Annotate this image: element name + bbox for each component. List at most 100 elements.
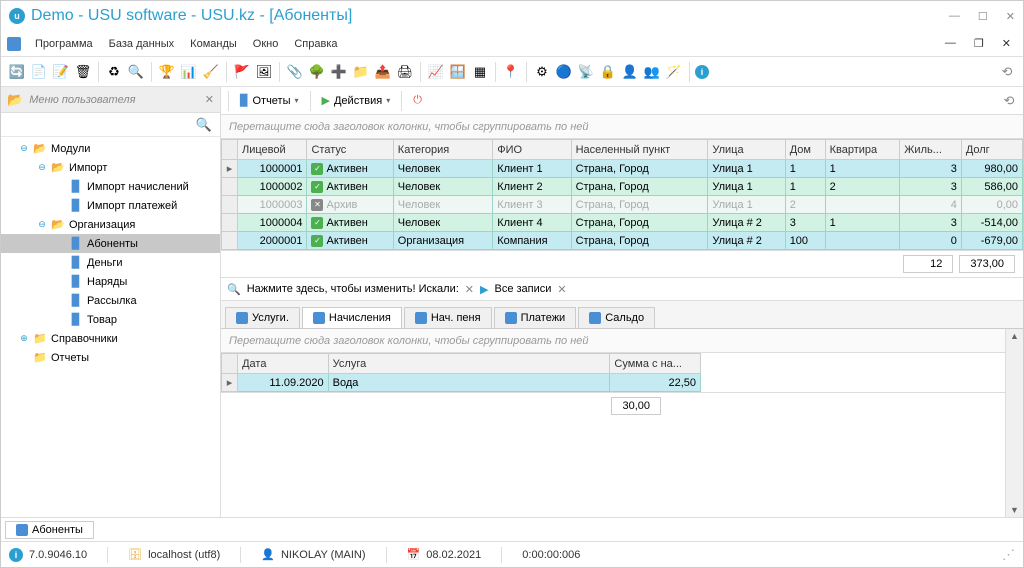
help-icon[interactable]: ⟲ — [997, 62, 1017, 82]
grid-col-8[interactable]: Жиль... — [900, 140, 962, 160]
subtab-1[interactable]: Начисления — [302, 307, 402, 328]
mdi-minimize-icon[interactable]: — — [939, 35, 962, 52]
reports-button[interactable]: ▉Отчеты▾ — [234, 92, 305, 109]
grid-col-7[interactable]: Квартира — [825, 140, 900, 160]
grid-col-2[interactable]: Категория — [393, 140, 492, 160]
detail-col-service[interactable]: Услуга — [328, 354, 610, 374]
subtab-0[interactable]: Услуги. — [225, 307, 300, 328]
sidebar: 📂 Меню пользователя ✕ 🔍 ⊖📂Модули ⊖📂Импор… — [1, 87, 221, 517]
grid-col-1[interactable]: Статус — [307, 140, 393, 160]
search-bar[interactable]: 🔍 Нажмите здесь, чтобы изменить! Искали:… — [221, 277, 1023, 301]
menu-help[interactable]: Справка — [288, 36, 343, 52]
tree-refs[interactable]: ⊕📁Справочники — [1, 329, 220, 348]
grid-col-9[interactable]: Долг — [961, 140, 1022, 160]
users-icon[interactable]: 👥 — [642, 62, 662, 82]
search-icon[interactable]: 🔍 — [196, 117, 212, 133]
search-clear-icon[interactable]: ✕ — [465, 283, 474, 296]
delete-icon[interactable]: 🗑 — [73, 62, 93, 82]
info-icon[interactable]: i — [9, 548, 23, 562]
maximize-icon[interactable]: ☐ — [978, 10, 988, 23]
detail-group-hint[interactable]: Перетащите сюда заголовок колонки, чтобы… — [221, 329, 1005, 353]
menu-commands[interactable]: Команды — [184, 36, 243, 52]
image-icon[interactable]: 🖼 — [254, 62, 274, 82]
minimize-icon[interactable]: — — [949, 10, 960, 23]
grid-col-4[interactable]: Населенный пункт — [571, 140, 708, 160]
table-row[interactable]: 2000001✓АктивенОрганизацияКомпанияСтрана… — [222, 232, 1023, 250]
detail-scrollbar[interactable]: ▲ ▼ — [1005, 329, 1023, 517]
filter-label[interactable]: Все записи — [494, 283, 551, 295]
flag-icon[interactable]: 🚩 — [232, 62, 252, 82]
tree-reports[interactable]: 📁Отчеты — [1, 348, 220, 367]
tree-icon[interactable]: 🌳 — [307, 62, 327, 82]
export-icon[interactable]: 📤 — [373, 62, 393, 82]
attach-icon[interactable]: 📎 — [285, 62, 305, 82]
print-icon[interactable]: 🖨 — [395, 62, 415, 82]
tree-import-charges[interactable]: ▉Импорт начислений — [1, 177, 220, 196]
doc-icon[interactable]: 📄 — [29, 62, 49, 82]
tree-mailing[interactable]: ▉Рассылка — [1, 291, 220, 310]
user-icon[interactable]: 👤 — [620, 62, 640, 82]
close-icon[interactable]: ✕ — [1006, 10, 1015, 23]
scroll-up-icon[interactable]: ▲ — [1010, 331, 1019, 341]
detail-col-sum[interactable]: Сумма с на... — [610, 354, 701, 374]
rss-icon[interactable]: 📡 — [576, 62, 596, 82]
table-row[interactable]: 1000003✕АрхивЧеловекКлиент 3Страна, Горо… — [222, 196, 1023, 214]
filter-clear-icon[interactable]: ✕ — [557, 283, 566, 296]
filter-icon[interactable]: 🏆 — [157, 62, 177, 82]
mdi-close-icon[interactable]: ✕ — [996, 35, 1017, 52]
detail-col-date[interactable]: Дата — [238, 354, 329, 374]
window-icon[interactable]: 🪟 — [448, 62, 468, 82]
wand-icon[interactable]: 🪄 — [664, 62, 684, 82]
sidebar-close-icon[interactable]: ✕ — [205, 93, 214, 106]
grid-col-3[interactable]: ФИО — [493, 140, 571, 160]
scroll-down-icon[interactable]: ▼ — [1010, 505, 1019, 515]
tree-organization[interactable]: ⊖📂Организация — [1, 215, 220, 234]
sort-icon[interactable]: 📊 — [179, 62, 199, 82]
tree-goods[interactable]: ▉Товар — [1, 310, 220, 329]
info-icon[interactable]: i — [695, 65, 709, 79]
subtab-2[interactable]: Нач. пеня — [404, 307, 492, 328]
grid-col-0[interactable]: Лицевой — [238, 140, 307, 160]
tree-orders[interactable]: ▉Наряды — [1, 272, 220, 291]
gear-icon[interactable]: ⚙ — [532, 62, 552, 82]
menu-window[interactable]: Окно — [247, 36, 285, 52]
add-icon[interactable]: ➕ — [329, 62, 349, 82]
edit-icon[interactable]: 📝 — [51, 62, 71, 82]
power-button[interactable]: ⏻ — [407, 92, 428, 109]
grid-icon[interactable]: ▦ — [470, 62, 490, 82]
bottom-tab-subscribers[interactable]: Абоненты — [5, 521, 94, 539]
color-icon[interactable]: 🔵 — [554, 62, 574, 82]
lock-icon[interactable]: 🔒 — [598, 62, 618, 82]
search-icon[interactable]: 🔍 — [126, 62, 146, 82]
tree-modules[interactable]: ⊖📂Модули — [1, 139, 220, 158]
subtab-3[interactable]: Платежи — [494, 307, 577, 328]
chart-icon[interactable]: 📈 — [426, 62, 446, 82]
table-row[interactable]: 1000002✓АктивенЧеловекКлиент 2Страна, Го… — [222, 178, 1023, 196]
table-row[interactable]: ▸1000001✓АктивенЧеловекКлиент 1Страна, Г… — [222, 160, 1023, 178]
detail-row[interactable]: ▸ 11.09.2020 Вода 22,50 — [222, 374, 701, 392]
refresh-icon[interactable]: 🔄 — [7, 62, 27, 82]
pin-icon[interactable]: 📍 — [501, 62, 521, 82]
tree-import[interactable]: ⊖📂Импорт — [1, 158, 220, 177]
collapse-icon[interactable]: ⟲ — [999, 91, 1019, 111]
clear-icon[interactable]: 🧹 — [201, 62, 221, 82]
table-row[interactable]: 1000004✓АктивенЧеловекКлиент 4Страна, Го… — [222, 214, 1023, 232]
folder-icon[interactable]: 📁 — [351, 62, 371, 82]
detail-grid[interactable]: Дата Услуга Сумма с на... ▸ 11.09.2020 В… — [221, 353, 1005, 392]
menu-program[interactable]: Программа — [29, 36, 99, 52]
resize-grip-icon[interactable]: ⋰ — [1002, 547, 1015, 563]
tree-money[interactable]: ▉Деньги — [1, 253, 220, 272]
grid-col-6[interactable]: Дом — [785, 140, 825, 160]
window-title: Demo - USU software - USU.kz - [Абоненты… — [31, 7, 352, 25]
main-grid[interactable]: ЛицевойСтатусКатегорияФИОНаселенный пунк… — [221, 139, 1023, 250]
grid-col-5[interactable]: Улица — [708, 140, 785, 160]
group-hint[interactable]: Перетащите сюда заголовок колонки, чтобы… — [221, 115, 1023, 139]
tree-subscribers[interactable]: ▉Абоненты — [1, 234, 220, 253]
mdi-restore-icon[interactable]: ❐ — [968, 35, 990, 52]
tree-import-payments[interactable]: ▉Импорт платежей — [1, 196, 220, 215]
menu-database[interactable]: База данных — [103, 36, 181, 52]
subtab-4[interactable]: Сальдо — [578, 307, 655, 328]
status-time: 0:00:00:006 — [522, 549, 580, 561]
reload-icon[interactable]: ♻ — [104, 62, 124, 82]
actions-button[interactable]: ▶Действия▾ — [316, 92, 397, 109]
